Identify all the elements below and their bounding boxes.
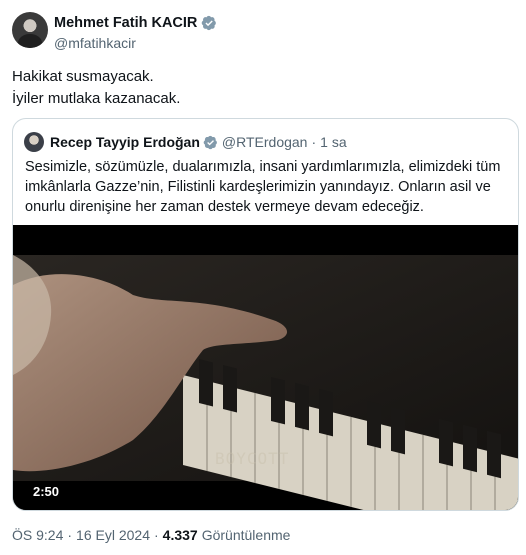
quoted-tweet-header: Recep Tayyip Erdoğan @RTErdogan · 1 sa	[24, 132, 347, 152]
views-label: Görüntülenme	[201, 527, 291, 543]
video-frame	[13, 225, 518, 510]
author-name-row: Mehmet Fatih KACIR	[54, 14, 217, 32]
tweet-text-line: İyiler mutlaka kazanacak.	[12, 90, 181, 107]
tweet-footer: ÖS 9:24 · 16 Eyl 2024 · 4.337 Görüntülen…	[12, 527, 290, 543]
meta-separator: ·	[154, 527, 159, 543]
views-count: 4.337	[162, 527, 198, 543]
quoted-tweet-text: Sesimizle, sözümüzle, dualarımızla, insa…	[25, 159, 501, 215]
video-player[interactable]: BOYCOTT 2:50	[13, 225, 518, 510]
video-duration-badge: 2:50	[29, 483, 64, 500]
tweet-date[interactable]: 16 Eyl 2024	[76, 527, 150, 543]
tweet-text-line: Hakikat susmayacak.	[12, 68, 154, 85]
quoted-author-handle: @RTErdogan	[221, 134, 308, 150]
author-avatar[interactable]	[12, 12, 48, 48]
meta-separator: ·	[67, 527, 73, 543]
quoted-timestamp: 1 sa	[320, 134, 347, 150]
author-name[interactable]: Mehmet Fatih KACIR	[54, 15, 197, 31]
quoted-author-avatar	[24, 132, 44, 152]
tweet-time[interactable]: ÖS 9:24	[12, 527, 63, 543]
author-handle[interactable]: @mfatihkacir	[54, 35, 217, 51]
quoted-tweet-card[interactable]: Recep Tayyip Erdoğan @RTErdogan · 1 sa S…	[12, 118, 519, 511]
meta-separator: ·	[311, 134, 317, 150]
verified-badge-icon	[202, 15, 217, 31]
verified-badge-icon	[203, 135, 217, 149]
video-watermark: BOYCOTT	[215, 449, 290, 468]
author-info: Mehmet Fatih KACIR @mfatihkacir	[54, 14, 217, 51]
tweet-header: Mehmet Fatih KACIR @mfatihkacir	[12, 12, 512, 56]
quoted-author-name: Recep Tayyip Erdoğan	[50, 134, 200, 150]
tweet-text: Hakikat susmayacak. İyiler mutlaka kazan…	[12, 66, 180, 110]
